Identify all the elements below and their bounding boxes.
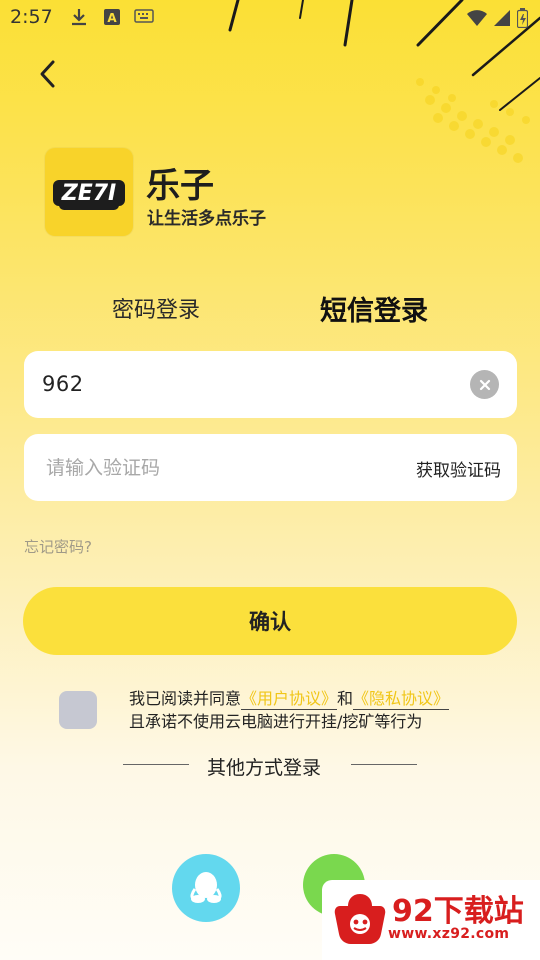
svg-text:ZE7I: ZE7I xyxy=(61,181,116,206)
agreement-and: 和 xyxy=(337,689,354,708)
user-agreement-link[interactable]: 《用户协议》 xyxy=(241,689,338,710)
clear-icon xyxy=(479,379,490,390)
watermark-title: 92下载站 xyxy=(392,894,524,929)
keyboard-icon xyxy=(134,9,154,23)
verification-code-field: 获取验证码 xyxy=(24,434,517,501)
svg-text:A: A xyxy=(107,11,117,25)
status-bar: 2:57 A xyxy=(0,0,540,34)
agreement-prefix: 我已阅读并同意 xyxy=(129,689,242,708)
watermark-url: www.xz92.com xyxy=(388,926,510,942)
status-right-icons xyxy=(467,8,528,28)
confirm-label: 确认 xyxy=(249,610,291,634)
phone-value: 962 xyxy=(42,372,84,396)
watermark: 92下载站 www.xz92.com xyxy=(322,880,540,960)
qq-icon xyxy=(190,872,222,903)
download-icon xyxy=(72,9,86,26)
app-logo-mark: ZE7I xyxy=(53,180,125,210)
get-code-button[interactable]: 获取验证码 xyxy=(416,456,501,481)
divider-left xyxy=(123,764,189,765)
agreement-checkbox[interactable] xyxy=(59,691,97,729)
wifi-icon xyxy=(467,10,487,26)
tab-password-login[interactable]: 密码登录 xyxy=(112,292,200,324)
watermark-logo-icon xyxy=(334,894,386,944)
a-notification-icon: A xyxy=(104,9,120,25)
status-time: 2:57 xyxy=(10,6,53,28)
confirm-button[interactable]: 确认 xyxy=(23,587,517,655)
app-name: 乐子 xyxy=(146,166,214,206)
battery-icon xyxy=(517,8,528,28)
phone-field[interactable]: 962 xyxy=(24,351,517,418)
forgot-password-link[interactable]: 忘记密码? xyxy=(24,536,92,557)
signal-icon xyxy=(494,10,510,26)
divider-right xyxy=(351,764,417,765)
back-button[interactable] xyxy=(28,54,68,94)
agreement-suffix: 且承诺不使用云电脑进行开挂/挖矿等行为 xyxy=(129,712,423,731)
app-logo: ZE7I xyxy=(45,148,133,236)
qq-login-button[interactable] xyxy=(172,854,240,922)
agreement-text: 我已阅读并同意《用户协议》和《隐私协议》 且承诺不使用云电脑进行开挂/挖矿等行为 xyxy=(129,687,509,733)
back-arrow-icon xyxy=(40,60,55,88)
tab-sms-login[interactable]: 短信登录 xyxy=(320,289,428,328)
verification-code-input[interactable] xyxy=(46,453,376,483)
other-login-title: 其他方式登录 xyxy=(207,757,322,779)
clear-button[interactable] xyxy=(470,370,499,399)
privacy-agreement-link[interactable]: 《隐私协议》 xyxy=(353,689,450,710)
app-slogan: 让生活多点乐子 xyxy=(147,209,266,229)
